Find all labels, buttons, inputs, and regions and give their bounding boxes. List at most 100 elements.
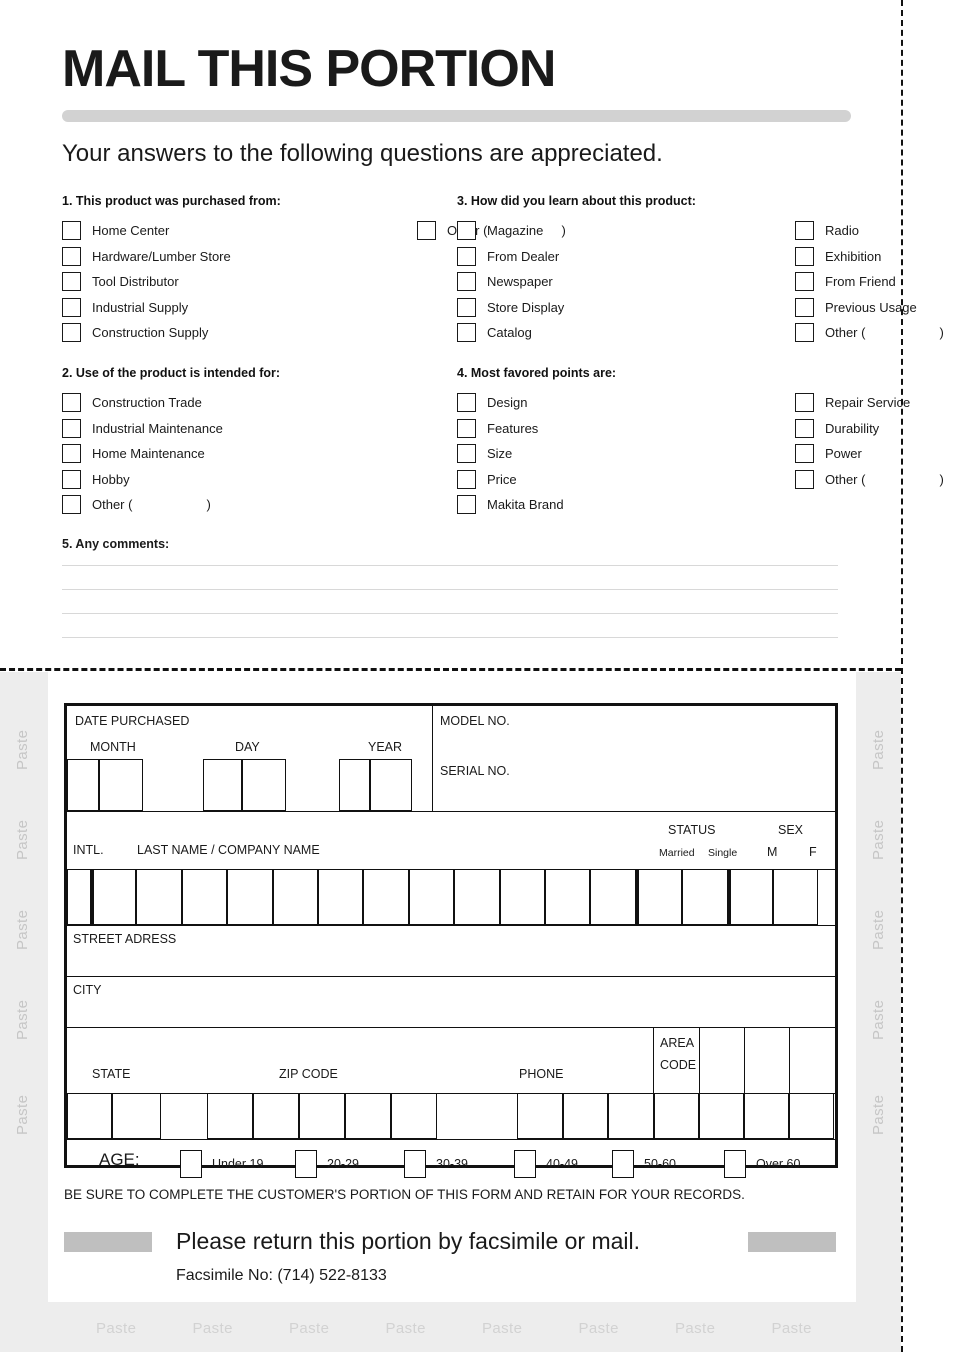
option-row[interactable]: Industrial Supply bbox=[62, 295, 262, 321]
age-checkbox-1[interactable] bbox=[180, 1150, 202, 1178]
field-area-code-3[interactable] bbox=[789, 1093, 834, 1139]
checkbox-icon[interactable] bbox=[62, 221, 81, 241]
checkbox-icon[interactable] bbox=[795, 221, 814, 241]
checkbox-icon[interactable] bbox=[795, 297, 814, 317]
age-checkbox-4[interactable] bbox=[514, 1150, 536, 1178]
checkbox-icon[interactable] bbox=[62, 444, 81, 464]
option-row[interactable]: Construction Supply bbox=[62, 320, 262, 346]
checkbox-icon[interactable] bbox=[62, 495, 81, 515]
field-day-2[interactable] bbox=[242, 759, 286, 811]
field-intl[interactable] bbox=[67, 869, 91, 925]
checkbox-icon[interactable] bbox=[457, 444, 476, 464]
checkbox-icon[interactable] bbox=[457, 246, 476, 266]
option-row[interactable]: Other () bbox=[795, 320, 944, 346]
option-row[interactable]: Industrial Maintenance bbox=[62, 416, 262, 442]
field-month-2[interactable] bbox=[99, 759, 143, 811]
field-sex-female[interactable] bbox=[772, 869, 818, 925]
checkbox-icon[interactable] bbox=[62, 418, 81, 438]
checkbox-icon[interactable] bbox=[795, 323, 814, 343]
field-zip-5[interactable] bbox=[391, 1093, 437, 1139]
option-row[interactable]: Makita Brand bbox=[457, 492, 647, 518]
checkbox-icon[interactable] bbox=[457, 418, 476, 438]
age-checkbox-5[interactable] bbox=[612, 1150, 634, 1178]
field-name-char-2[interactable] bbox=[136, 869, 182, 925]
comment-line[interactable] bbox=[62, 637, 838, 638]
option-row[interactable]: Other () bbox=[795, 467, 944, 493]
field-name-char-12[interactable] bbox=[590, 869, 636, 925]
checkbox-icon[interactable] bbox=[62, 272, 81, 292]
comment-line[interactable] bbox=[62, 589, 838, 590]
checkbox-icon[interactable] bbox=[417, 221, 436, 241]
option-row[interactable]: Design bbox=[457, 390, 647, 416]
option-row[interactable]: Home Maintenance bbox=[62, 441, 262, 467]
option-row[interactable]: Price bbox=[457, 467, 647, 493]
field-zip-1[interactable] bbox=[207, 1093, 253, 1139]
option-row[interactable]: Other () bbox=[62, 492, 262, 518]
checkbox-icon[interactable] bbox=[795, 393, 814, 413]
field-phone-2[interactable] bbox=[562, 1093, 608, 1139]
option-row[interactable]: From Friend bbox=[795, 269, 944, 295]
field-name-char-10[interactable] bbox=[499, 869, 545, 925]
field-status-single[interactable] bbox=[681, 869, 728, 925]
field-name-char-3[interactable] bbox=[181, 869, 228, 925]
field-name-char-8[interactable] bbox=[408, 869, 455, 925]
field-day-1[interactable] bbox=[203, 759, 242, 811]
age-checkbox-6[interactable] bbox=[724, 1150, 746, 1178]
field-state-2[interactable] bbox=[112, 1093, 161, 1139]
checkbox-icon[interactable] bbox=[457, 495, 476, 515]
option-row[interactable]: Magazine bbox=[457, 218, 647, 244]
option-row[interactable]: Radio bbox=[795, 218, 944, 244]
checkbox-icon[interactable] bbox=[62, 323, 81, 343]
age-checkbox-3[interactable] bbox=[404, 1150, 426, 1178]
checkbox-icon[interactable] bbox=[795, 272, 814, 292]
checkbox-icon[interactable] bbox=[795, 418, 814, 438]
checkbox-icon[interactable] bbox=[795, 444, 814, 464]
option-row[interactable]: Hobby bbox=[62, 467, 262, 493]
option-row[interactable]: Power bbox=[795, 441, 944, 467]
comment-line[interactable] bbox=[62, 613, 838, 614]
option-row[interactable]: Repair Service bbox=[795, 390, 944, 416]
checkbox-icon[interactable] bbox=[795, 469, 814, 489]
field-name-char-1[interactable] bbox=[91, 869, 137, 925]
field-status-married[interactable] bbox=[635, 869, 682, 925]
checkbox-icon[interactable] bbox=[457, 297, 476, 317]
option-row[interactable]: Durability bbox=[795, 416, 944, 442]
field-name-char-9[interactable] bbox=[454, 869, 500, 925]
option-row[interactable]: Hardware/Lumber Store bbox=[62, 244, 262, 270]
field-year-2[interactable] bbox=[370, 759, 412, 811]
option-row[interactable]: Store Display bbox=[457, 295, 647, 321]
checkbox-icon[interactable] bbox=[457, 393, 476, 413]
option-row[interactable]: Catalog bbox=[457, 320, 647, 346]
field-name-char-7[interactable] bbox=[363, 869, 409, 925]
checkbox-icon[interactable] bbox=[62, 246, 81, 266]
checkbox-icon[interactable] bbox=[457, 221, 476, 241]
option-row[interactable]: From Dealer bbox=[457, 244, 647, 270]
field-area-code-2[interactable] bbox=[744, 1093, 789, 1139]
field-name-char-5[interactable] bbox=[272, 869, 318, 925]
option-row[interactable]: Tool Distributor bbox=[62, 269, 262, 295]
checkbox-icon[interactable] bbox=[62, 297, 81, 317]
checkbox-icon[interactable] bbox=[457, 272, 476, 292]
option-row[interactable]: Features bbox=[457, 416, 647, 442]
field-phone-4[interactable] bbox=[653, 1093, 699, 1139]
field-name-char-11[interactable] bbox=[545, 869, 591, 925]
field-zip-3[interactable] bbox=[299, 1093, 345, 1139]
option-row[interactable]: Construction Trade bbox=[62, 390, 262, 416]
checkbox-icon[interactable] bbox=[795, 246, 814, 266]
field-phone-3[interactable] bbox=[608, 1093, 654, 1139]
checkbox-icon[interactable] bbox=[62, 393, 81, 413]
comment-line[interactable] bbox=[62, 565, 838, 566]
field-year-1[interactable] bbox=[339, 759, 370, 811]
checkbox-icon[interactable] bbox=[62, 469, 81, 489]
checkbox-icon[interactable] bbox=[457, 469, 476, 489]
checkbox-icon[interactable] bbox=[457, 323, 476, 343]
field-area-code-1[interactable] bbox=[699, 1093, 744, 1139]
field-name-char-4[interactable] bbox=[227, 869, 273, 925]
option-row[interactable]: Newspaper bbox=[457, 269, 647, 295]
field-phone-1[interactable] bbox=[517, 1093, 563, 1139]
field-zip-4[interactable] bbox=[345, 1093, 391, 1139]
option-row[interactable]: Home Center bbox=[62, 218, 262, 244]
field-sex-male[interactable] bbox=[727, 869, 773, 925]
field-name-char-6[interactable] bbox=[318, 869, 364, 925]
field-zip-2[interactable] bbox=[253, 1093, 299, 1139]
